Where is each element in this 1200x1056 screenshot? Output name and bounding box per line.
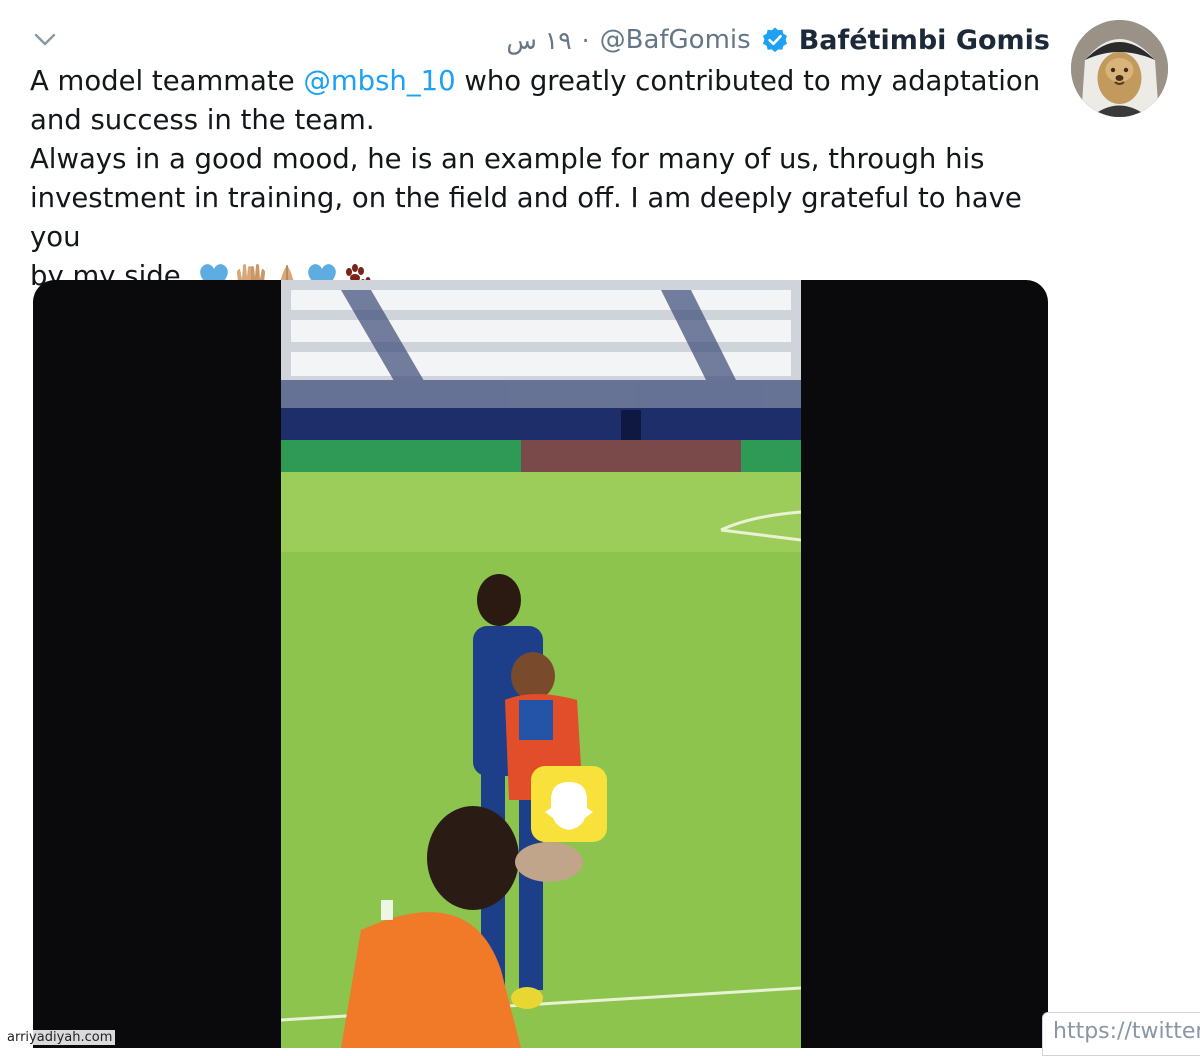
- tweet-time[interactable]: ١٩ س: [506, 26, 571, 55]
- tweet-line: A model teammate @mbsh_10 who greatly co…: [30, 62, 1060, 101]
- tweet-line: and success in the team.: [30, 104, 375, 136]
- video-player[interactable]: [33, 280, 1048, 1048]
- tweet-line-text: A model teammate: [30, 65, 304, 97]
- author-name[interactable]: Bafétimbi Gomis: [799, 25, 1050, 56]
- tweet-line: Always in a good mood, he is an example …: [30, 143, 985, 175]
- video-thumbnail: [281, 280, 801, 1048]
- url-chip[interactable]: https://twitter: [1042, 1012, 1200, 1056]
- chevron-down-icon[interactable]: [32, 26, 58, 52]
- author-handle[interactable]: @BafGomis: [600, 25, 751, 55]
- watermark: arriyadiyah.com: [4, 1030, 116, 1045]
- tweet-header: ١٩ س · @BafGomis Bafétimbi Gomis: [506, 20, 1050, 60]
- lion-avatar-icon: [1071, 20, 1168, 117]
- verified-badge-icon: [762, 27, 787, 53]
- header-separator: ·: [581, 25, 590, 55]
- mention-link[interactable]: @mbsh_10: [303, 65, 455, 97]
- tweet-text: A model teammate @mbsh_10 who greatly co…: [30, 62, 1060, 296]
- video-frame: [281, 280, 801, 1048]
- avatar[interactable]: [1071, 20, 1168, 117]
- snapcode-icon: [531, 766, 607, 842]
- tweet-line: investment in training, on the field and…: [30, 182, 1022, 253]
- tweet-line-text: who greatly contributed to my adaptation: [455, 65, 1041, 97]
